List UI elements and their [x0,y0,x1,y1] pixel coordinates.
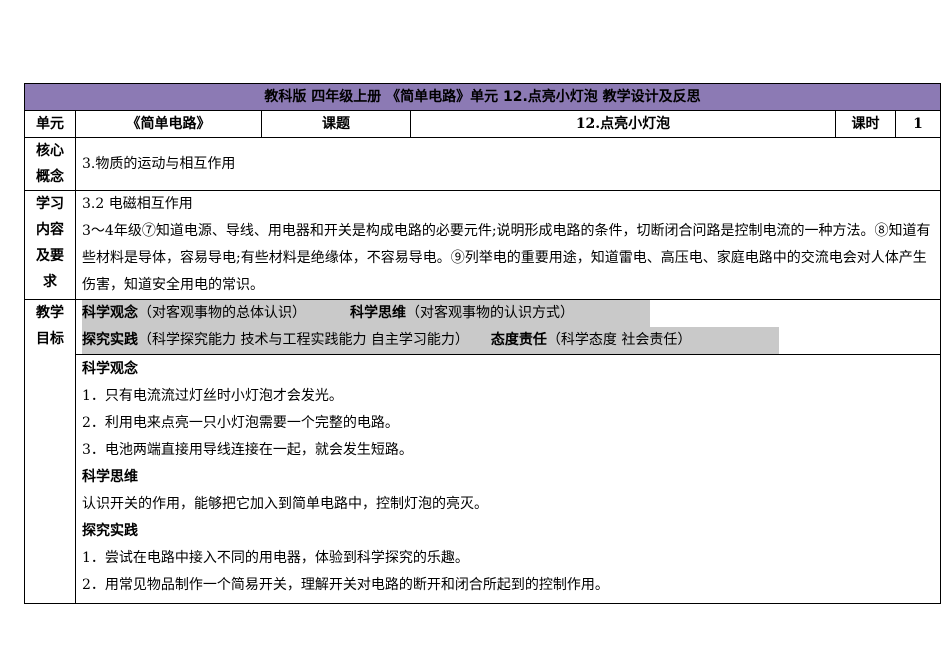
bar2-a-note: （科学探究能力 技术与工程实践能力 自主学习能力） [138,332,469,348]
page-title: 教科版 四年级上册 《简单电路》单元 12.点亮小灯泡 教学设计及反思 [23,83,942,111]
title-row: 教科版 四年级上册 《简单电路》单元 12.点亮小灯泡 教学设计及反思 [23,83,942,111]
requirements-content: 3.2 电磁相互作用 3～4年级⑦知道电源、导线、用电器和开关是构成电路的必要元… [74,190,942,300]
core-concept-value: 3.物质的运动与相互作用 [74,137,942,191]
core-concept-label: 核心 概念 [24,137,76,191]
section-heading-concept: 科学观念 [82,361,138,377]
unit-label: 单元 [24,110,76,138]
concept-item-1: 1．只有电流流过灯丝时小灯泡才会发光。 [82,388,343,404]
topic-label: 课题 [261,110,411,138]
thinking-item-1: 认识开关的作用，能够把它加入到简单电路中，控制灯泡的亮灭。 [82,496,488,512]
objectives-label: 教学 目标 [24,299,76,604]
section-heading-thinking: 科学思维 [82,469,138,485]
lesson-plan-table: 教科版 四年级上册 《简单电路》单元 12.点亮小灯泡 教学设计及反思 单元 《… [23,83,942,604]
objectives-bar-row: 教学 目标 科学观念（对客观事物的总体认识） 科学思维（对客观事物的认识方式） 探… [24,299,942,604]
bar2-b-heading: 态度责任 [490,332,547,348]
objectives-bar-1: 科学观念（对客观事物的总体认识） 科学思维（对客观事物的认识方式） [82,300,934,327]
bar1-a-note: （对客观事物的总体认识） [138,305,306,321]
bar2-b-note: （科学态度 社会责任） [546,332,692,348]
bar1-a-heading: 科学观念 [82,305,138,321]
topic-value: 12.点亮小灯泡 [410,110,836,138]
bar1-b-note: （对客观事物的认识方式） [406,305,574,321]
concept-item-3: 3．电池两端直接用导线连接在一起，就会发生短路。 [82,442,413,458]
practice-item-1: 1．尝试在电路中接入不同的用电器，体验到科学探究的乐趣。 [82,550,469,566]
requirements-row: 学习 内容 及要 求 3.2 电磁相互作用 3～4年级⑦知道电源、导线、用电器和… [24,190,942,300]
unit-value: 《简单电路》 [75,110,262,138]
objectives-detail-row: 科学观念 1．只有电流流过灯丝时小灯泡才会发光。 2．利用电来点亮一只小灯泡需要… [25,354,942,604]
period-label: 课时 [835,110,896,138]
requirements-body: 3～4年级⑦知道电源、导线、用电器和开关是构成电路的必要元件;说明形成电路的条件… [82,223,931,293]
period-value: 1 [894,110,942,138]
section-heading-practice: 探究实践 [82,523,138,539]
practice-item-2: 2．用常见物品制作一个简易开关，理解开关对电路的断开和闭合所起到的控制作用。 [82,577,609,593]
header-row: 单元 《简单电路》 课题 12.点亮小灯泡 课时 1 [24,110,942,138]
bar2-a-heading: 探究实践 [82,332,138,348]
objectives-bars: 科学观念（对客观事物的总体认识） 科学思维（对客观事物的认识方式） 探究实践（科学… [74,299,942,355]
requirements-heading: 3.2 电磁相互作用 [82,196,193,212]
core-concept-row: 核心 概念 3.物质的运动与相互作用 [24,137,942,191]
concept-item-2: 2．利用电来点亮一只小灯泡需要一个完整的电路。 [82,415,399,431]
requirements-label: 学习 内容 及要 求 [24,190,76,300]
objectives-bar-2: 探究实践（科学探究能力 技术与工程实践能力 自主学习能力） 态度责任（科学态度 社… [82,327,934,354]
objectives-detail: 科学观念 1．只有电流流过灯丝时小灯泡才会发光。 2．利用电来点亮一只小灯泡需要… [74,354,942,604]
bar1-b-heading: 科学思维 [350,305,406,321]
